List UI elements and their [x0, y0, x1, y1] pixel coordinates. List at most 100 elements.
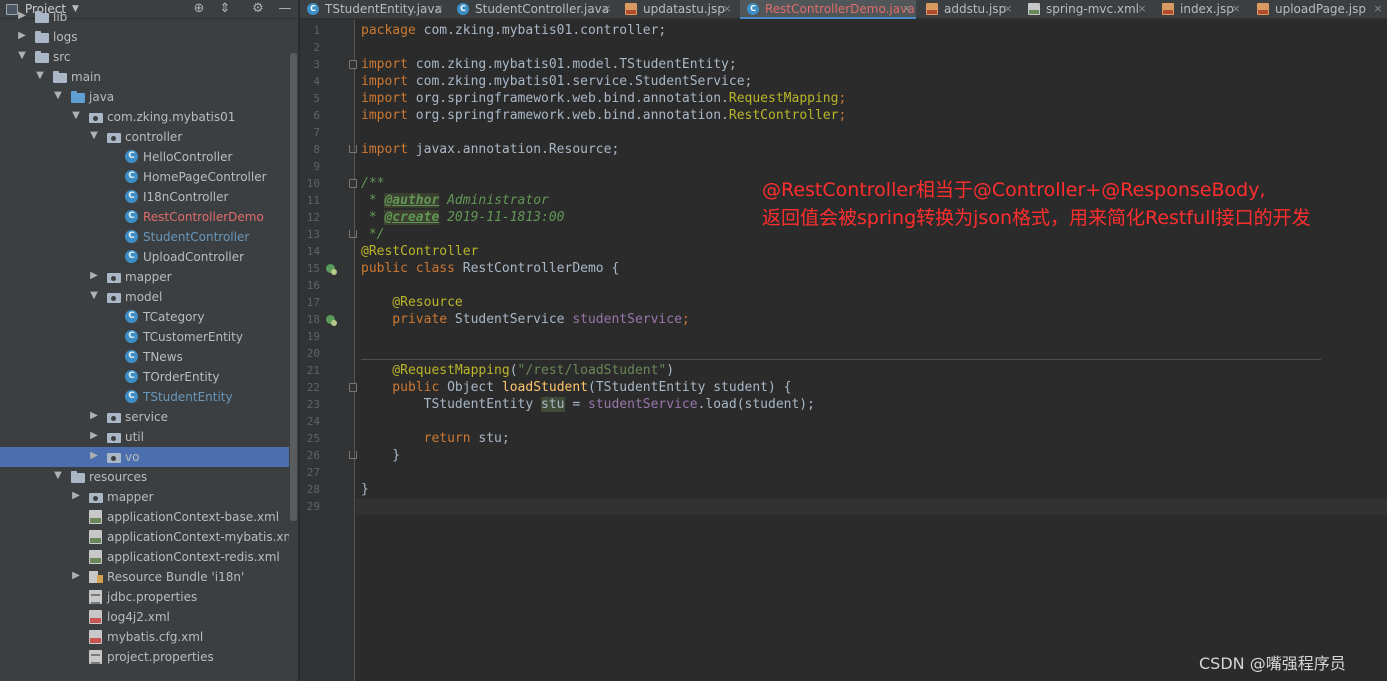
spring-bean-icon[interactable]	[325, 263, 337, 275]
tree-item-jdbc-properties[interactable]: jdbc.properties	[0, 587, 289, 607]
line-number: 29	[306, 500, 320, 513]
package-icon	[107, 130, 121, 143]
expand-arrow-icon[interactable]: ▶	[89, 451, 99, 461]
class-icon	[125, 350, 138, 363]
tab-uploadpage-jsp[interactable]: uploadPage.jsp ×	[1250, 0, 1387, 19]
tree-item-vo[interactable]: ▶ vo	[0, 447, 289, 467]
tree-item-resources-mapper[interactable]: ▶ mapper	[0, 487, 289, 507]
line-number: 6	[313, 109, 320, 122]
collapse-arrow-icon[interactable]: ▼	[53, 471, 63, 481]
code-line-21: @RequestMapping("/rest/loadStudent")	[361, 363, 675, 378]
expand-arrow-icon[interactable]: ▶	[17, 11, 27, 21]
expand-arrow-icon[interactable]: ▶	[71, 491, 81, 501]
tree-item-restcontrollerdemo[interactable]: RestControllerDemo	[0, 207, 289, 227]
project-tree: ▶ lib ▶ logs ▼ src ▼ main ▼ java ▼ com.z…	[0, 10, 298, 681]
tree-item-applicationcontext-mybatis[interactable]: applicationContext-mybatis.xml	[0, 527, 298, 547]
package-icon	[89, 490, 103, 503]
line-number: 11	[306, 194, 320, 207]
tree-item-service[interactable]: ▶ service	[0, 407, 289, 427]
tree-item-tnews[interactable]: TNews	[0, 347, 289, 367]
close-icon[interactable]: ×	[1003, 3, 1013, 15]
expand-arrow-icon[interactable]: ▶	[89, 271, 99, 281]
class-icon	[125, 330, 138, 343]
tree-item-main[interactable]: ▼ main	[0, 67, 289, 87]
line-number: 21	[306, 364, 320, 377]
tree-item-com-zking-mybatis01[interactable]: ▼ com.zking.mybatis01	[0, 107, 289, 127]
line-number: 2	[313, 41, 320, 54]
tree-item-tcategory[interactable]: TCategory	[0, 307, 289, 327]
tree-item-applicationcontext-base[interactable]: applicationContext-base.xml	[0, 507, 289, 527]
close-icon[interactable]: ×	[1231, 3, 1241, 15]
code-editor[interactable]: package com.zking.mybatis01.controller; …	[356, 20, 1387, 681]
close-icon[interactable]: ×	[1137, 3, 1147, 15]
tree-item-tstudententity[interactable]: TStudentEntity	[0, 387, 289, 407]
java-class-icon	[307, 3, 319, 15]
xml-file-icon	[1028, 3, 1040, 15]
class-icon	[125, 210, 138, 223]
close-icon[interactable]: ×	[902, 3, 912, 15]
collapse-arrow-icon[interactable]: ▼	[89, 291, 99, 301]
expand-arrow-icon[interactable]: ▶	[89, 411, 99, 421]
collapse-arrow-icon[interactable]: ▼	[17, 51, 27, 61]
line-number: 1	[313, 24, 320, 37]
close-icon[interactable]: ×	[1373, 3, 1383, 15]
line-number: 22	[306, 381, 320, 394]
tree-item-hellocontroller[interactable]: HelloController	[0, 147, 289, 167]
tree-item-resource-bundle-i18n[interactable]: ▶ Resource Bundle 'i18n'	[0, 567, 289, 587]
tree-item-resources[interactable]: ▼ resources	[0, 467, 289, 487]
tab-studentcontroller-java[interactable]: StudentController.java ×	[450, 0, 616, 19]
code-line-4: import com.zking.mybatis01.service.Stude…	[361, 74, 753, 89]
code-line-13: */	[361, 227, 385, 242]
line-number: 10	[306, 177, 320, 190]
code-line-18: private StudentService studentService;	[361, 312, 690, 327]
close-icon[interactable]: ×	[434, 3, 444, 15]
tree-item-i18ncontroller[interactable]: I18nController	[0, 187, 289, 207]
jsp-file-icon	[625, 3, 637, 15]
close-icon[interactable]: ×	[722, 3, 732, 15]
tab-tstudententity-java[interactable]: TStudentEntity.java ×	[300, 0, 448, 19]
tree-item-log4j2-xml[interactable]: log4j2.xml	[0, 607, 289, 627]
collapse-arrow-icon[interactable]: ▼	[89, 131, 99, 141]
tree-item-controller[interactable]: ▼ controller	[0, 127, 289, 147]
class-icon	[125, 390, 138, 403]
tab-index-jsp[interactable]: index.jsp ×	[1155, 0, 1245, 19]
tree-item-mapper[interactable]: ▶ mapper	[0, 267, 289, 287]
tree-item-logs[interactable]: ▶ logs	[0, 27, 289, 47]
collapse-arrow-icon[interactable]: ▼	[71, 111, 81, 121]
spring-bean-icon[interactable]	[325, 314, 337, 326]
line-number: 12	[306, 211, 320, 224]
tree-item-java[interactable]: ▼ java	[0, 87, 289, 107]
scrollbar-thumb[interactable]	[290, 53, 297, 521]
tree-item-project-properties[interactable]: project.properties	[0, 647, 289, 667]
tree-item-applicationcontext-redis[interactable]: applicationContext-redis.xml	[0, 547, 289, 567]
code-line-8: import javax.annotation.Resource;	[361, 142, 620, 157]
tree-item-mybatis-cfg-xml[interactable]: mybatis.cfg.xml	[0, 627, 289, 647]
tab-addstu-jsp[interactable]: addstu.jsp ×	[919, 0, 1017, 19]
collapse-arrow-icon[interactable]: ▼	[53, 91, 63, 101]
tree-item-torderentity[interactable]: TOrderEntity	[0, 367, 289, 387]
editor-gutter[interactable]: 1 2 3 4 5 6 7 8 9 10 11 12 13 14 15 16 1…	[300, 20, 357, 681]
close-icon[interactable]: ×	[602, 3, 612, 15]
code-line-28: }	[361, 482, 369, 497]
tree-item-util[interactable]: ▶ util	[0, 427, 289, 447]
tree-item-tcustomerentity[interactable]: TCustomerEntity	[0, 327, 289, 347]
line-number: 18	[306, 313, 320, 326]
expand-arrow-icon[interactable]: ▶	[17, 31, 27, 41]
code-line-3: import com.zking.mybatis01.model.TStuden…	[361, 57, 737, 72]
jsp-file-icon	[926, 3, 938, 15]
tree-item-src[interactable]: ▼ src	[0, 47, 289, 67]
expand-arrow-icon[interactable]: ▶	[89, 431, 99, 441]
tree-item-model[interactable]: ▼ model	[0, 287, 289, 307]
expand-arrow-icon[interactable]: ▶	[71, 571, 81, 581]
collapse-arrow-icon[interactable]: ▼	[35, 71, 45, 81]
tree-item-homepagecontroller[interactable]: HomePageController	[0, 167, 289, 187]
project-scrollbar[interactable]	[289, 19, 298, 681]
tree-item-uploadcontroller[interactable]: UploadController	[0, 247, 289, 267]
tab-restcontrollerdemo-java[interactable]: RestControllerDemo.java ×	[740, 0, 916, 19]
line-number: 3	[313, 58, 320, 71]
tab-updatastu-jsp[interactable]: updatastu.jsp ×	[618, 0, 736, 19]
tab-spring-mvc-xml[interactable]: spring-mvc.xml ×	[1021, 0, 1151, 19]
tree-item-studentcontroller[interactable]: StudentController	[0, 227, 289, 247]
package-icon	[107, 270, 121, 283]
tree-item-lib[interactable]: ▶ lib	[0, 7, 289, 27]
